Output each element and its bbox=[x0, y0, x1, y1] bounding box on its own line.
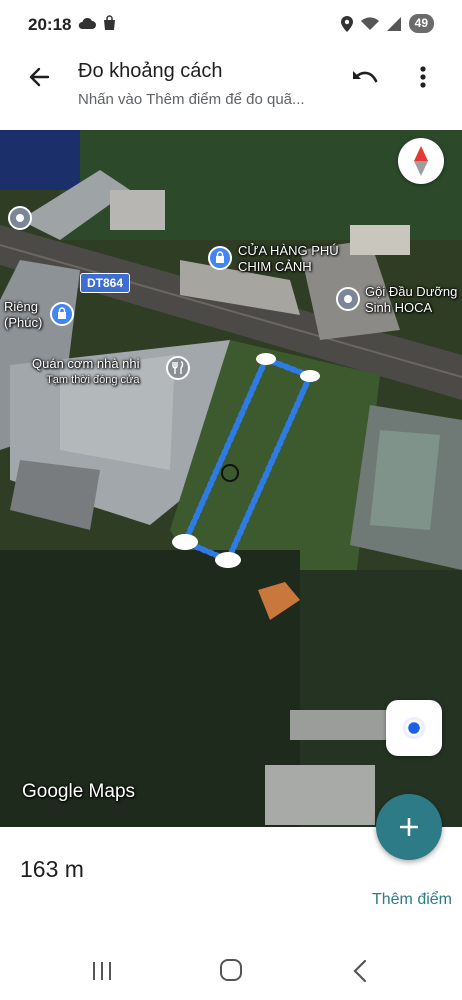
undo-button[interactable] bbox=[348, 62, 382, 92]
location-icon bbox=[340, 15, 353, 32]
page-subtitle: Nhấn vào Thêm điểm để đo quã... bbox=[78, 91, 305, 108]
measure-point[interactable] bbox=[215, 552, 241, 568]
signal-icon bbox=[386, 16, 401, 31]
shopping-pin-icon[interactable] bbox=[208, 246, 232, 270]
shopping-bag-icon bbox=[104, 15, 115, 30]
home-icon[interactable] bbox=[220, 959, 242, 981]
compass-button[interactable] bbox=[398, 138, 444, 184]
shopping-pin-icon[interactable] bbox=[50, 302, 74, 326]
measure-point[interactable] bbox=[172, 534, 198, 550]
status-time: 20:18 bbox=[28, 15, 72, 34]
compass-icon bbox=[414, 146, 428, 176]
more-options-button[interactable] bbox=[408, 62, 438, 92]
distance-readout: 163 m bbox=[20, 856, 84, 882]
measure-point[interactable] bbox=[256, 353, 276, 365]
my-location-icon bbox=[403, 717, 425, 739]
poi-label[interactable]: CỬA HÀNG PHÚ CHIM CẢNH bbox=[238, 243, 339, 275]
add-point-button[interactable]: Thêm điểm bbox=[372, 891, 452, 909]
arrow-back-icon bbox=[29, 67, 50, 87]
place-pin-icon[interactable] bbox=[8, 206, 32, 230]
back-nav-icon[interactable] bbox=[350, 958, 372, 984]
place-pin-icon[interactable] bbox=[336, 287, 360, 311]
app-bar: Đo khoảng cách Nhấn vào Thêm điểm để đo … bbox=[0, 50, 462, 130]
undo-icon bbox=[353, 71, 378, 83]
recent-apps-icon[interactable] bbox=[90, 960, 114, 982]
system-nav-bar bbox=[0, 944, 462, 1000]
satellite-map[interactable]: DT864 CỬA HÀNG PHÚ CHIM CẢNH Gội Đầu Dưỡn… bbox=[0, 130, 462, 827]
back-button[interactable] bbox=[22, 60, 56, 94]
poi-label[interactable]: Gội Đầu Dưỡng Sinh HOCA bbox=[365, 284, 457, 316]
road-shield: DT864 bbox=[80, 273, 131, 293]
poi-label[interactable]: Riêng (Phúc) bbox=[4, 299, 42, 331]
status-bar: 20:18 49 bbox=[0, 0, 462, 50]
page-title: Đo khoảng cách bbox=[78, 60, 223, 82]
battery-indicator: 49 bbox=[408, 14, 434, 33]
more-vert-icon bbox=[420, 66, 426, 88]
plus-icon bbox=[400, 818, 418, 836]
cloud-icon bbox=[78, 17, 96, 29]
measure-point[interactable] bbox=[300, 370, 320, 382]
wifi-icon bbox=[360, 16, 379, 30]
my-location-button[interactable] bbox=[386, 700, 442, 756]
poi-label[interactable]: Quán cơm nhà nhi Tạm thời đóng cửa bbox=[32, 356, 140, 388]
google-maps-watermark: Google Maps bbox=[22, 781, 136, 802]
add-point-fab[interactable] bbox=[376, 794, 442, 860]
restaurant-pin-icon[interactable] bbox=[166, 356, 190, 380]
